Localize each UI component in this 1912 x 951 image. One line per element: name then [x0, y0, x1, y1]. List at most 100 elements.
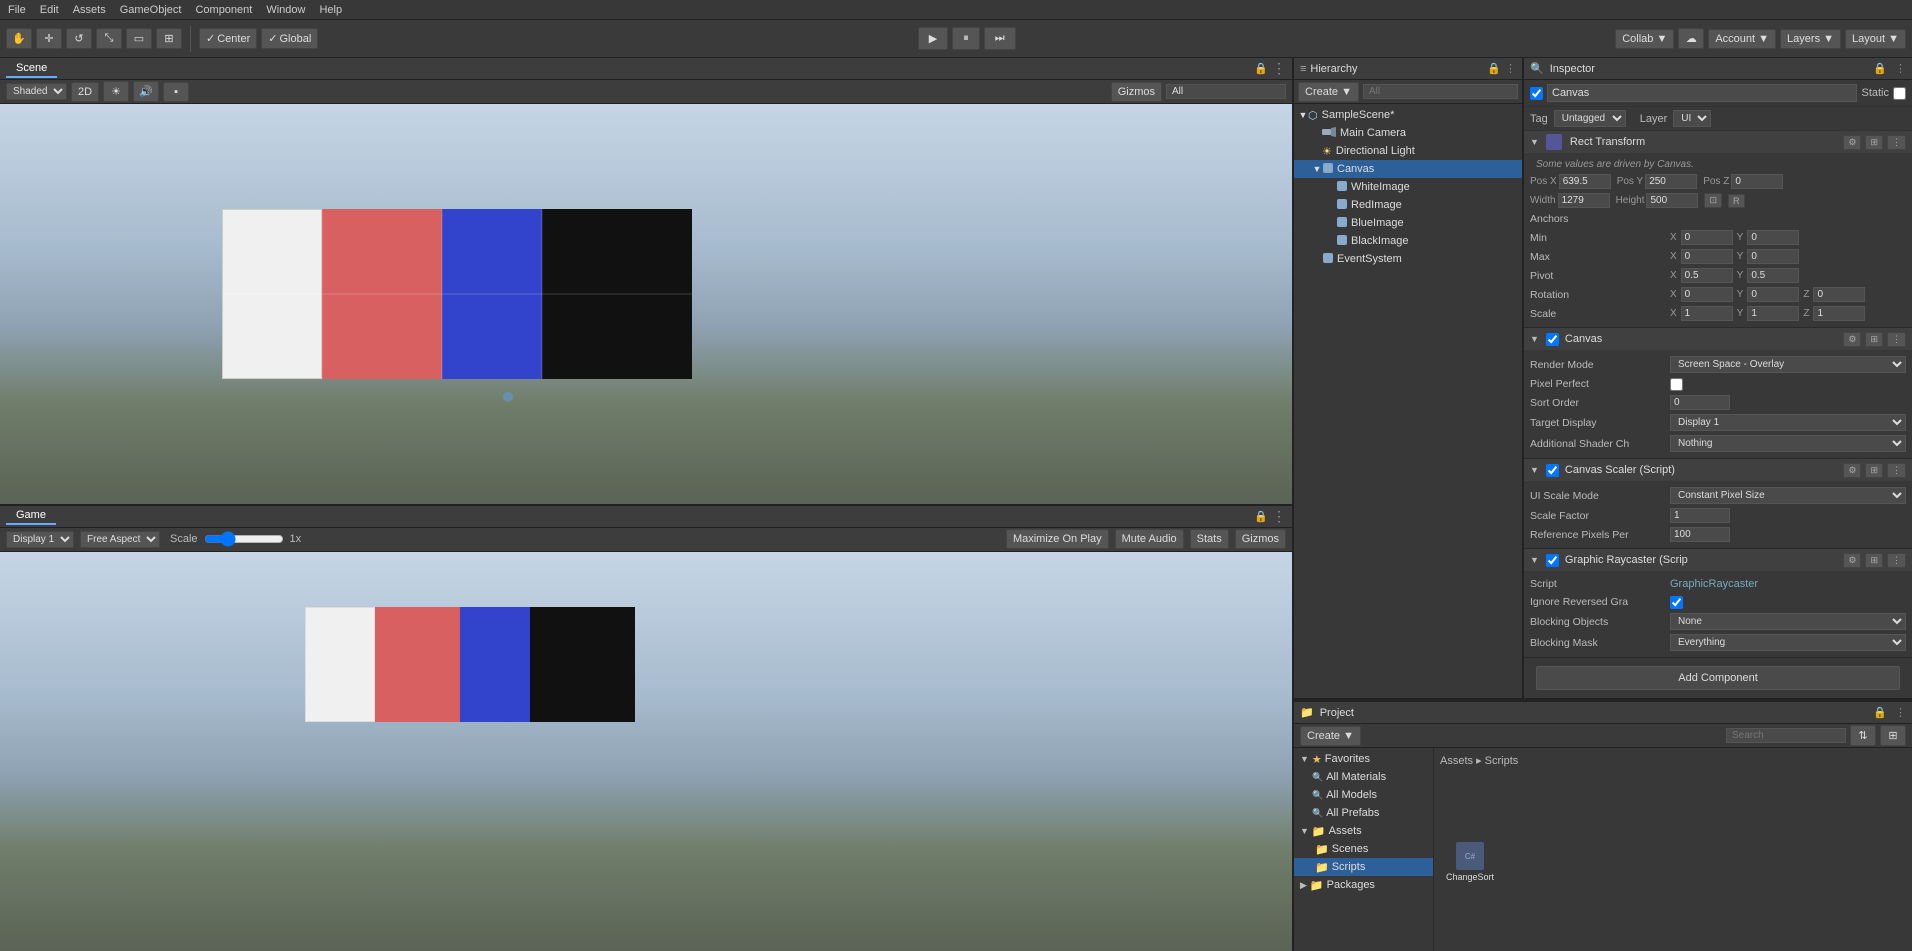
- project-lock-icon[interactable]: 🔒: [1873, 706, 1887, 719]
- hier-item-blue-image[interactable]: ▶ BlueImage: [1294, 214, 1522, 232]
- render-mode-select[interactable]: Screen Space - Overlay: [1670, 356, 1906, 373]
- rect-transform-ref-btn[interactable]: ⚙: [1843, 135, 1861, 150]
- hier-item-white-image[interactable]: ▶ WhiteImage: [1294, 178, 1522, 196]
- graphic-raycaster-paste-btn[interactable]: ⊞: [1865, 553, 1883, 568]
- hier-item-event-system[interactable]: ▶ EventSystem: [1294, 250, 1522, 268]
- hier-item-main-camera[interactable]: ▶ Main Camera: [1294, 124, 1522, 142]
- canvas-scaler-cog-btn[interactable]: ⚙: [1843, 463, 1861, 478]
- graphic-raycaster-enable-checkbox[interactable]: [1546, 554, 1559, 567]
- inspector-lock-icon[interactable]: 🔒: [1873, 62, 1887, 75]
- sort-order-input[interactable]: [1670, 395, 1730, 410]
- static-checkbox[interactable]: [1893, 87, 1906, 100]
- scene-content[interactable]: [0, 104, 1292, 504]
- object-name-input[interactable]: [1547, 84, 1857, 102]
- menu-assets[interactable]: Assets: [73, 4, 106, 16]
- aspect-select[interactable]: Free Aspect: [80, 531, 160, 548]
- scale-factor-input[interactable]: [1670, 508, 1730, 523]
- hierarchy-search-input[interactable]: [1363, 84, 1518, 99]
- project-more-icon[interactable]: ⋮: [1895, 706, 1906, 719]
- menu-window[interactable]: Window: [266, 4, 305, 16]
- menu-component[interactable]: Component: [195, 4, 252, 16]
- scale-y-input[interactable]: [1747, 306, 1799, 321]
- cloud-btn[interactable]: ☁: [1678, 28, 1704, 49]
- proj-all-prefabs[interactable]: 🔍 All Prefabs: [1294, 804, 1433, 822]
- active-toggle[interactable]: [1530, 87, 1543, 100]
- step-btn[interactable]: ⏭: [984, 27, 1016, 50]
- blocking-mask-select[interactable]: Everything: [1670, 634, 1906, 651]
- account-btn[interactable]: Account ▼: [1708, 29, 1776, 49]
- rot-y-input[interactable]: [1747, 287, 1799, 302]
- game-tab[interactable]: Game: [6, 507, 56, 525]
- proj-scenes-folder[interactable]: 📁 Scenes: [1294, 840, 1433, 858]
- scale-slider[interactable]: [204, 531, 284, 547]
- hier-item-directional-light[interactable]: ▶ ☀ Directional Light: [1294, 142, 1522, 160]
- proj-assets-header[interactable]: ▼ 📁 Assets: [1294, 822, 1433, 840]
- add-component-btn[interactable]: Add Component: [1536, 666, 1900, 690]
- scene-lock-icon[interactable]: 🔒: [1254, 62, 1268, 75]
- hierarchy-create-btn[interactable]: Create ▼: [1298, 82, 1359, 102]
- move-tool-btn[interactable]: ✛: [36, 28, 62, 49]
- layout-btn[interactable]: Layout ▼: [1845, 29, 1906, 49]
- constrain-btn[interactable]: ⊡: [1704, 193, 1722, 208]
- mute-audio-btn[interactable]: Mute Audio: [1115, 529, 1184, 549]
- pivot-y-input[interactable]: [1747, 268, 1799, 283]
- canvas-scaler-more-btn[interactable]: ⋮: [1887, 463, 1906, 478]
- rot-z-input[interactable]: [1813, 287, 1865, 302]
- graphic-raycaster-cog-btn[interactable]: ⚙: [1843, 553, 1861, 568]
- scale-x-input[interactable]: [1681, 306, 1733, 321]
- game-gizmos-btn[interactable]: Gizmos: [1235, 529, 1286, 549]
- collab-btn[interactable]: Collab ▼: [1615, 29, 1674, 49]
- menu-edit[interactable]: Edit: [40, 4, 59, 16]
- layers-btn[interactable]: Layers ▼: [1780, 29, 1841, 49]
- hierarchy-lock-icon[interactable]: 🔒: [1487, 62, 1501, 75]
- proj-file-changesort[interactable]: C# ChangeSort: [1440, 842, 1500, 882]
- rect-tool-btn[interactable]: ▭: [126, 28, 152, 49]
- graphic-raycaster-header[interactable]: ▼ Graphic Raycaster (Scrip ⚙ ⊞ ⋮: [1524, 549, 1912, 571]
- target-display-select[interactable]: Display 1: [1670, 414, 1906, 431]
- anchor-max-y-input[interactable]: [1747, 249, 1799, 264]
- canvas-comp-cog-btn[interactable]: ⚙: [1843, 332, 1861, 347]
- anchor-min-y-input[interactable]: [1747, 230, 1799, 245]
- lighting-btn[interactable]: ☀: [103, 81, 129, 102]
- proj-all-models[interactable]: 🔍 All Models: [1294, 786, 1433, 804]
- anchor-min-x-input[interactable]: [1681, 230, 1733, 245]
- space-toggle-btn[interactable]: ✓ Global: [261, 28, 318, 49]
- pos-y-input[interactable]: [1645, 174, 1697, 189]
- proj-all-materials[interactable]: 🔍 All Materials: [1294, 768, 1433, 786]
- pixel-perfect-checkbox[interactable]: [1670, 378, 1683, 391]
- project-view-btn[interactable]: ⊞: [1880, 725, 1906, 746]
- audio-btn[interactable]: 🔊: [133, 81, 159, 102]
- proj-scripts-folder[interactable]: 📁 Scripts: [1294, 858, 1433, 876]
- project-search-input[interactable]: [1726, 728, 1846, 743]
- hier-item-black-image[interactable]: ▶ BlackImage: [1294, 232, 1522, 250]
- hand-tool-btn[interactable]: ✋: [6, 28, 32, 49]
- blocking-objects-select[interactable]: None: [1670, 613, 1906, 630]
- inspector-more-icon[interactable]: ⋮: [1895, 62, 1906, 75]
- canvas-scaler-paste-btn[interactable]: ⊞: [1865, 463, 1883, 478]
- game-lock-icon[interactable]: 🔒: [1254, 510, 1268, 523]
- 2d-btn[interactable]: 2D: [71, 82, 99, 102]
- scale-tool-btn[interactable]: ⤡: [96, 28, 122, 49]
- rotate-tool-btn[interactable]: ↺: [66, 28, 92, 49]
- scene-search-input[interactable]: [1166, 84, 1286, 99]
- canvas-comp-enable-checkbox[interactable]: [1546, 333, 1559, 346]
- display-select[interactable]: Display 1: [6, 531, 74, 548]
- width-input[interactable]: [1558, 193, 1610, 208]
- menu-gameobject[interactable]: GameObject: [120, 4, 182, 16]
- menu-file[interactable]: File: [8, 4, 26, 16]
- effects-btn[interactable]: ▪: [163, 82, 189, 102]
- canvas-scaler-enable-checkbox[interactable]: [1546, 464, 1559, 477]
- project-create-btn[interactable]: Create ▼: [1300, 726, 1361, 746]
- transform-tool-btn[interactable]: ⊞: [156, 28, 182, 49]
- pause-btn[interactable]: ⏸: [952, 27, 980, 50]
- rect-transform-paste-btn[interactable]: ⊞: [1865, 135, 1883, 150]
- layer-select[interactable]: UI: [1673, 110, 1711, 127]
- tag-select[interactable]: Untagged: [1554, 110, 1626, 127]
- pos-z-input[interactable]: [1731, 174, 1783, 189]
- stats-btn[interactable]: Stats: [1190, 529, 1229, 549]
- shading-select[interactable]: Shaded: [6, 83, 67, 100]
- hier-item-canvas[interactable]: ▼ Canvas: [1294, 160, 1522, 178]
- play-btn[interactable]: ▶: [918, 27, 948, 50]
- hier-item-sample-scene[interactable]: ▼ ⬡ SampleScene*: [1294, 106, 1522, 124]
- scene-more-icon[interactable]: ⋮: [1272, 60, 1286, 77]
